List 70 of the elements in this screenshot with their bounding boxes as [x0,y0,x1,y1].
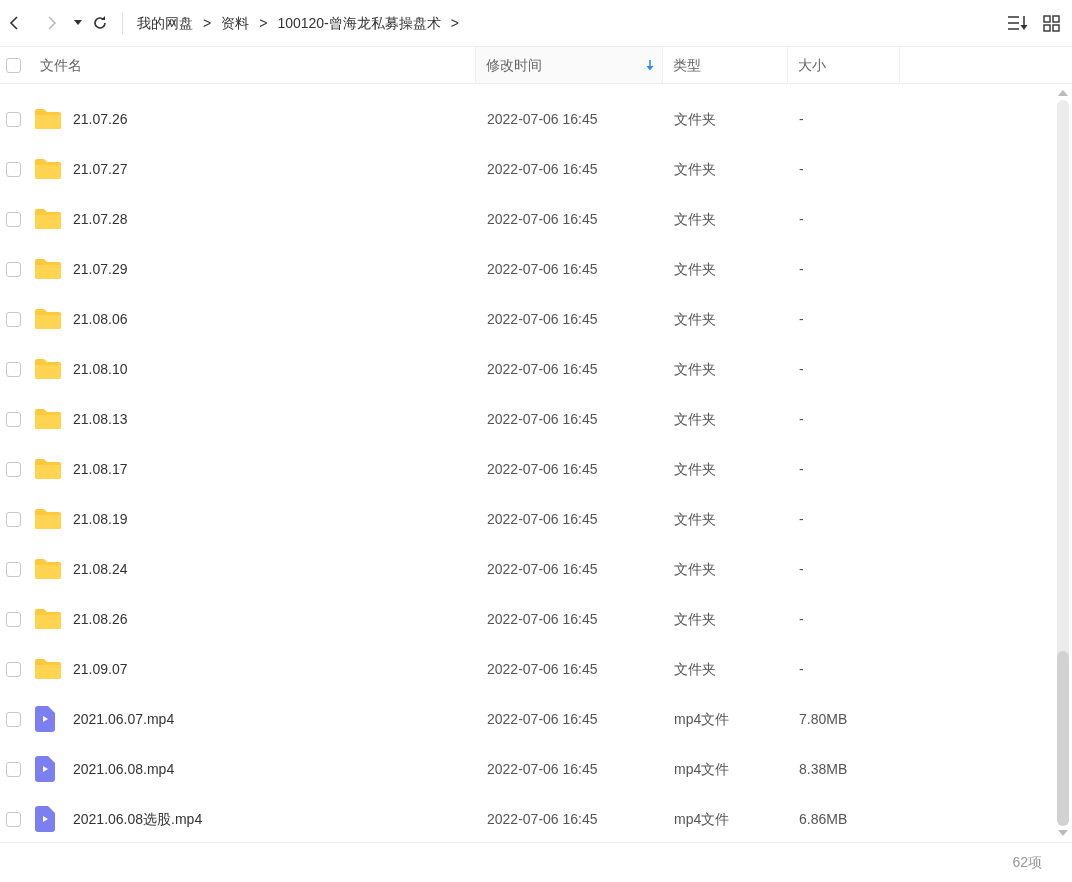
file-type: 文件夹 [673,159,717,179]
modified-time: 2022-07-06 16:45 [486,359,599,379]
file-type: 文件夹 [673,559,717,579]
file-name[interactable]: 21.08.26 [73,608,476,630]
modified-time: 2022-07-06 16:45 [486,159,599,179]
file-type: mp4文件 [673,809,731,829]
modified-time: 2022-07-06 16:45 [486,509,599,529]
file-type: 文件夹 [673,209,717,229]
file-type: 文件夹 [673,309,717,329]
file-name[interactable]: 2021.06.07.mp4 [73,708,476,730]
breadcrumb-separator: > [450,13,459,33]
file-name[interactable]: 21.08.06 [73,308,476,330]
file-type: mp4文件 [673,709,731,729]
breadcrumb-separator: > [203,13,212,33]
file-name[interactable]: 21.08.19 [73,508,476,530]
file-size: - [798,309,805,329]
file-type: 文件夹 [673,459,717,479]
file-name[interactable]: 2021.06.08.mp4 [73,758,476,780]
modified-time: 2022-07-06 16:45 [486,759,599,779]
file-size: - [798,559,805,579]
file-name[interactable]: 21.09.07 [73,658,476,680]
modified-time: 2022-07-06 16:45 [486,209,599,229]
file-size: - [798,109,805,129]
column-header[interactable]: 大小 [788,47,900,83]
modified-time: 2022-07-06 16:45 [486,309,599,329]
modified-time: 2022-07-06 16:45 [486,709,599,729]
column-header[interactable]: 修改时间 [476,47,663,83]
file-name[interactable]: 2021.06.08选股.mp4 [73,808,476,830]
modified-time: 2022-07-06 16:45 [486,459,599,479]
breadcrumb-link[interactable]: 我的网盘 [137,12,193,34]
file-size: - [798,609,805,629]
modified-time: 2022-07-06 16:45 [486,109,599,129]
file-type: 文件夹 [673,609,717,629]
file-type: 文件夹 [673,109,717,129]
file-type: 文件夹 [673,259,717,279]
file-type: 文件夹 [673,509,717,529]
item-count: 62项 [1012,853,1042,872]
file-name[interactable]: 21.07.28 [73,208,476,230]
file-size: - [798,159,805,179]
column-header[interactable]: 类型 [663,47,788,83]
file-type: 文件夹 [673,659,717,679]
modified-time: 2022-07-06 16:45 [486,409,599,429]
file-name[interactable]: 21.07.26 [73,108,476,130]
file-name[interactable]: 21.08.24 [73,558,476,580]
modified-time: 2022-07-06 16:45 [486,559,599,579]
file-name[interactable]: 21.08.13 [73,408,476,430]
modified-time: 2022-07-06 16:45 [486,659,599,679]
file-size: - [798,659,805,679]
file-name[interactable]: 21.08.10 [73,358,476,380]
modified-time: 2022-07-06 16:45 [486,259,599,279]
file-size: - [798,409,805,429]
file-size: - [798,459,805,479]
file-type: 文件夹 [673,359,717,379]
file-type: 文件夹 [673,409,717,429]
file-size: - [798,359,805,379]
file-name[interactable]: 21.07.29 [73,258,476,280]
breadcrumb-link[interactable]: 资料 [221,12,250,34]
file-size: - [798,209,805,229]
breadcrumb-link[interactable]: 100120-曾海龙私募操盘术 [277,12,441,34]
breadcrumb-separator: > [259,13,268,33]
modified-time: 2022-07-06 16:45 [486,609,599,629]
file-size: 6.86MB [798,809,849,829]
file-size: 8.38MB [798,759,849,779]
file-size: - [798,509,805,529]
file-type: mp4文件 [673,759,731,779]
file-size: - [798,259,805,279]
file-size: 7.80MB [798,709,849,729]
file-name[interactable]: 21.07.27 [73,158,476,180]
modified-time: 2022-07-06 16:45 [486,809,599,829]
file-name[interactable]: 21.08.17 [73,458,476,480]
